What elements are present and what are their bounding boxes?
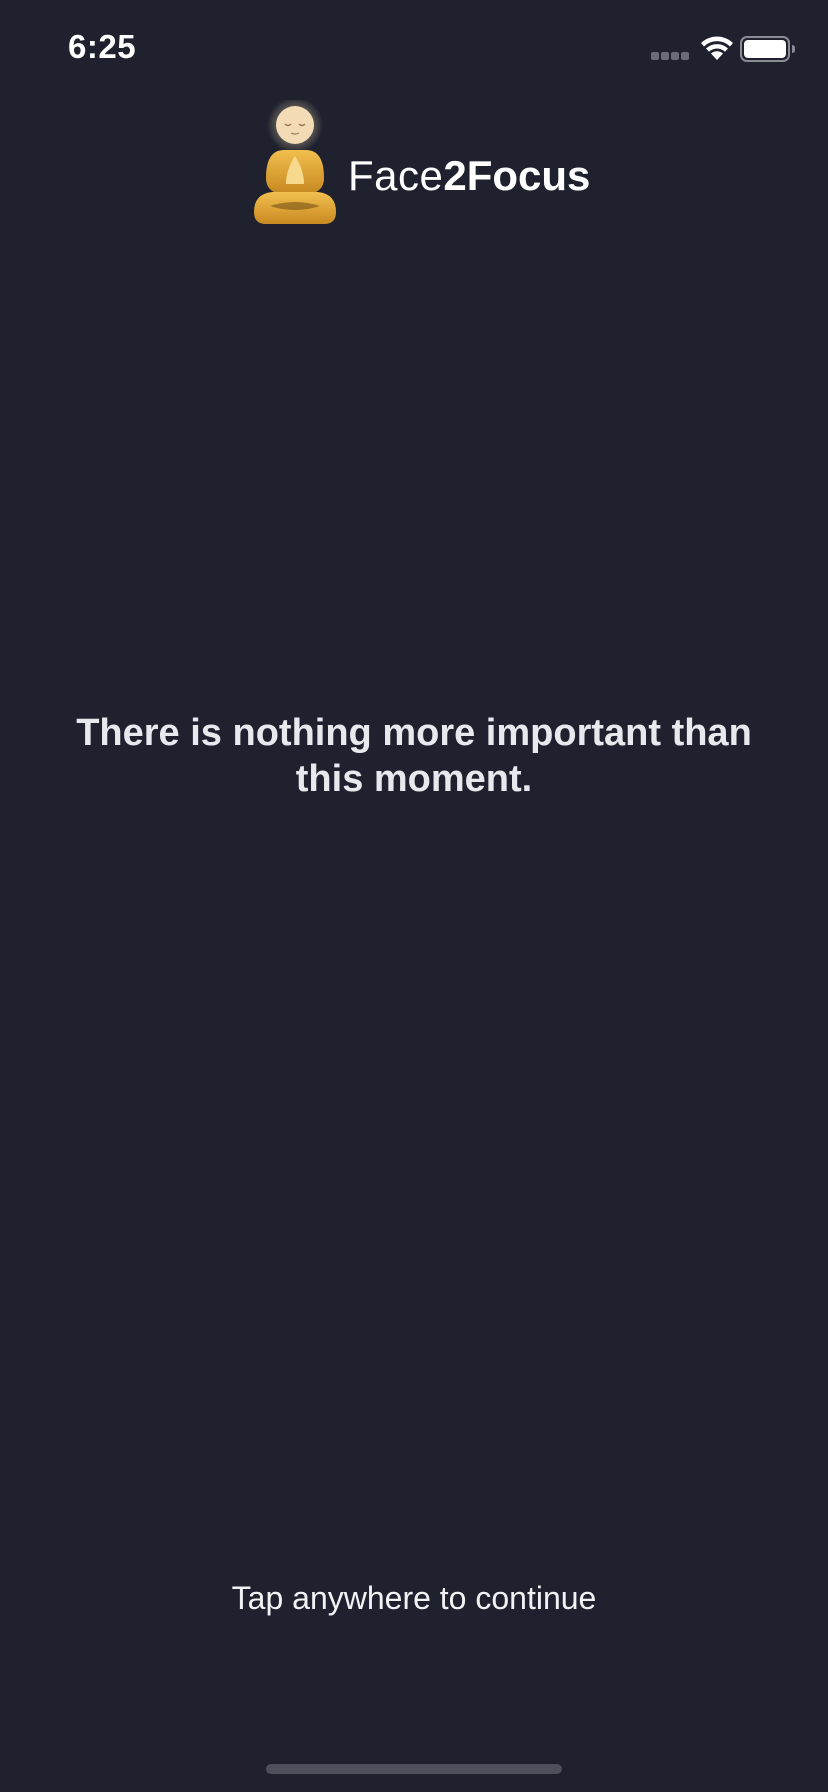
tap-to-continue-hint[interactable]: Tap anywhere to continue (0, 1580, 828, 1617)
splash-screen[interactable]: 6:25 Face2Focus There is nothing more im… (0, 0, 828, 1792)
cellular-signal-icon (651, 52, 691, 62)
mindfulness-quote: There is nothing more important than thi… (76, 712, 752, 800)
app-name-bold: 2Focus (443, 152, 591, 199)
app-name: Face2Focus (348, 152, 590, 200)
status-time: 6:25 (68, 28, 137, 65)
wifi-icon (701, 36, 733, 60)
meditating-figure-logo-icon (254, 100, 336, 224)
battery-icon (740, 36, 795, 62)
home-indicator[interactable] (266, 1764, 562, 1774)
app-name-regular: Face (348, 152, 444, 199)
